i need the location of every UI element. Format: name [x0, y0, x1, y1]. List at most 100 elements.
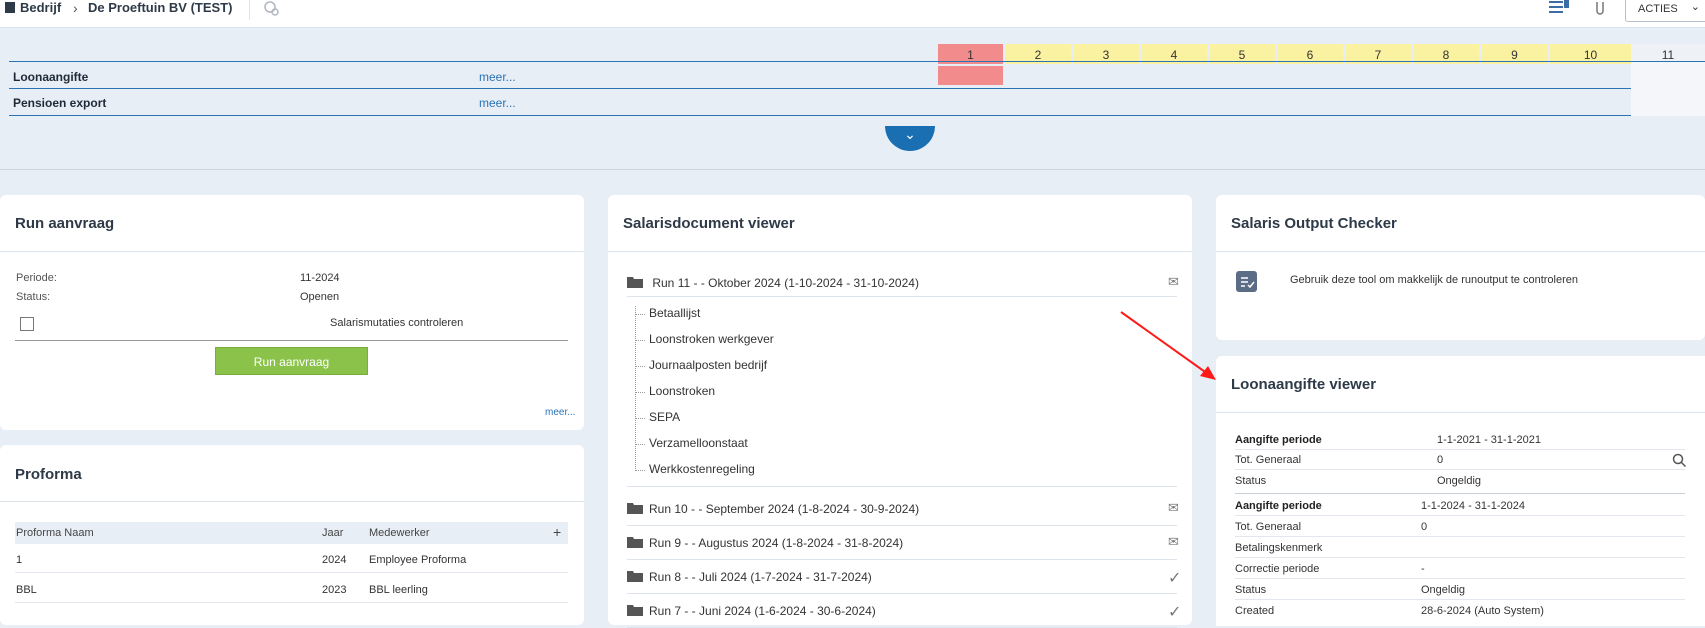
run-label: Run 10 - - September 2024 (1-8-2024 - 30… — [649, 502, 920, 516]
tree-branch — [635, 340, 645, 341]
salarismutaties-checkbox[interactable] — [20, 317, 34, 331]
add-proforma-button[interactable]: + — [553, 524, 561, 540]
block2-created-label: Created — [1235, 605, 1275, 617]
folder-open-icon — [627, 277, 643, 288]
divider — [1235, 493, 1685, 494]
divider — [1216, 412, 1705, 413]
periode-value: 11-2024 — [300, 272, 340, 284]
periode-label: Periode: — [16, 272, 57, 284]
divider — [627, 296, 1177, 297]
mail-icon[interactable]: ✉ — [1168, 500, 1179, 516]
column-header-naam: Proforma Naam — [16, 527, 94, 539]
block2-totaal-value: 0 — [1421, 521, 1428, 533]
acties-label: ACTIES — [1638, 3, 1678, 15]
paperclip-icon[interactable] — [1592, 0, 1608, 16]
document-link[interactable]: Verzamelloonstaat — [649, 436, 748, 450]
divider — [1235, 469, 1685, 470]
acties-dropdown[interactable]: ACTIES ⌄ — [1625, 0, 1705, 22]
settings-icon[interactable] — [262, 0, 280, 18]
mail-icon[interactable]: ✉ — [1168, 534, 1179, 550]
breadcrumb-client[interactable]: De Proeftuin BV (TEST) — [88, 0, 232, 15]
tree-branch — [635, 392, 645, 393]
tree-line — [635, 306, 636, 471]
divider — [1235, 449, 1685, 450]
document-link[interactable]: Journaalposten bedrijf — [649, 358, 767, 372]
cell-medewerker: BBL leerling — [369, 584, 428, 596]
folder-open-icon — [627, 605, 643, 616]
chevron-down-icon: ⌄ — [1690, 1, 1700, 13]
expand-toggle-button[interactable]: ⌄ — [885, 126, 935, 151]
status-label: Status: — [16, 291, 51, 303]
timeline-row-pensioen — [9, 115, 1705, 116]
document-link[interactable]: SEPA — [649, 410, 680, 424]
checkmark-icon[interactable]: ✓ — [1168, 602, 1181, 622]
checklist-icon[interactable] — [1236, 271, 1257, 292]
divider — [1216, 251, 1705, 252]
timeline-meer-pensioen[interactable]: meer... — [479, 96, 516, 110]
column-header-medewerker: Medewerker — [369, 527, 430, 539]
block2-created-value: 28-6-2024 (Auto System) — [1421, 605, 1544, 617]
timeline-label-loonaangifte: Loonaangifte — [13, 70, 89, 84]
document-link[interactable]: Loonstroken werkgever — [649, 332, 774, 346]
tree-branch — [635, 314, 645, 315]
block2-periode-label: Aangifte periode — [1235, 500, 1322, 512]
card-title: Loonaangifte viewer — [1231, 376, 1377, 393]
folder-open-icon — [627, 503, 643, 514]
divider — [627, 486, 1177, 487]
building-icon — [5, 2, 15, 13]
folder-open-icon — [627, 537, 643, 548]
block2-status-value: Ongeldig — [1421, 584, 1466, 596]
run-folder[interactable]: Run 9 - - Augustus 2024 (1-8-2024 - 31-8… — [627, 534, 1179, 550]
cell-medewerker: Employee Proforma — [369, 554, 467, 566]
divider — [1235, 557, 1685, 558]
run-label: Run 8 - - Juli 2024 (1-7-2024 - 31-7-202… — [649, 570, 872, 584]
run-label: Run 11 - - Oktober 2024 (1-10-2024 - 31-… — [652, 276, 919, 290]
loonaangifte-status-cell[interactable] — [938, 66, 1003, 85]
timeline-header-line — [9, 61, 1705, 62]
table-row[interactable]: 1 2024 Employee Proforma — [15, 545, 568, 573]
column-header-jaar: Jaar — [322, 527, 344, 539]
run-folder-11[interactable]: Run 11 - - Oktober 2024 (1-10-2024 - 31-… — [627, 274, 1179, 290]
block1-totaal-value: 0 — [1437, 454, 1444, 466]
divider — [1235, 515, 1685, 516]
run-label: Run 9 - - Augustus 2024 (1-8-2024 - 31-8… — [649, 536, 904, 550]
divider — [249, 0, 250, 20]
search-icon[interactable] — [1672, 453, 1687, 468]
block1-status-value: Ongeldig — [1437, 475, 1482, 487]
cell-jaar: 2023 — [322, 584, 347, 596]
document-link[interactable]: Werkkostenregeling — [649, 462, 755, 476]
cell-jaar: 2024 — [322, 554, 347, 566]
checkmark-icon[interactable]: ✓ — [1168, 568, 1181, 588]
divider — [1235, 536, 1685, 537]
process-timeline: 1 2 3 4 5 6 7 8 9 10 11 Loonaangifte meer... Pensi… — [0, 28, 1705, 170]
divider — [627, 525, 1177, 526]
top-bar: Bedrijf › De Proeftuin BV (TEST) ACTIES … — [0, 0, 1705, 28]
document-link[interactable]: Loonstroken — [649, 384, 715, 398]
cell-naam: 1 — [16, 554, 23, 566]
timeline-row-loonaangifte — [9, 88, 1705, 89]
card-title: Salarisdocument viewer — [623, 215, 795, 232]
run-aanvraag-card: Run aanvraag Periode: 11-2024 Status: Op… — [0, 195, 584, 430]
tree-branch — [635, 444, 645, 445]
run-folder[interactable]: Run 10 - - September 2024 (1-8-2024 - 30… — [627, 500, 1179, 516]
output-checker-card: Salaris Output Checker Gebruik deze tool… — [1216, 195, 1705, 340]
run-aanvraag-button[interactable]: Run aanvraag — [215, 347, 368, 375]
breadcrumb-company[interactable]: Bedrijf — [20, 0, 61, 15]
timeline-meer-loonaangifte[interactable]: meer... — [479, 70, 516, 84]
block1-periode-label: Aangifte periode — [1235, 434, 1322, 446]
run-folder[interactable]: Run 8 - - Juli 2024 (1-7-2024 - 31-7-202… — [627, 570, 1181, 587]
meer-link[interactable]: meer... — [545, 407, 576, 418]
checker-description: Gebruik deze tool om makkelijk de runout… — [1290, 274, 1578, 286]
tree-branch — [635, 418, 645, 419]
salarisdocument-card: Salarisdocument viewer Run 11 - - Oktobe… — [608, 195, 1192, 628]
divider — [608, 251, 1192, 252]
period-11-column — [1631, 62, 1705, 116]
block2-totaal-label: Tot. Generaal — [1235, 521, 1302, 533]
task-list-icon[interactable] — [1547, 0, 1571, 16]
divider — [627, 559, 1177, 560]
checkbox-label: Salarismutaties controleren — [330, 317, 464, 329]
document-link[interactable]: Betaallijst — [649, 306, 700, 320]
table-row[interactable]: BBL 2023 BBL leerling — [15, 575, 568, 603]
mail-icon[interactable]: ✉ — [1168, 274, 1179, 290]
divider — [627, 593, 1177, 594]
